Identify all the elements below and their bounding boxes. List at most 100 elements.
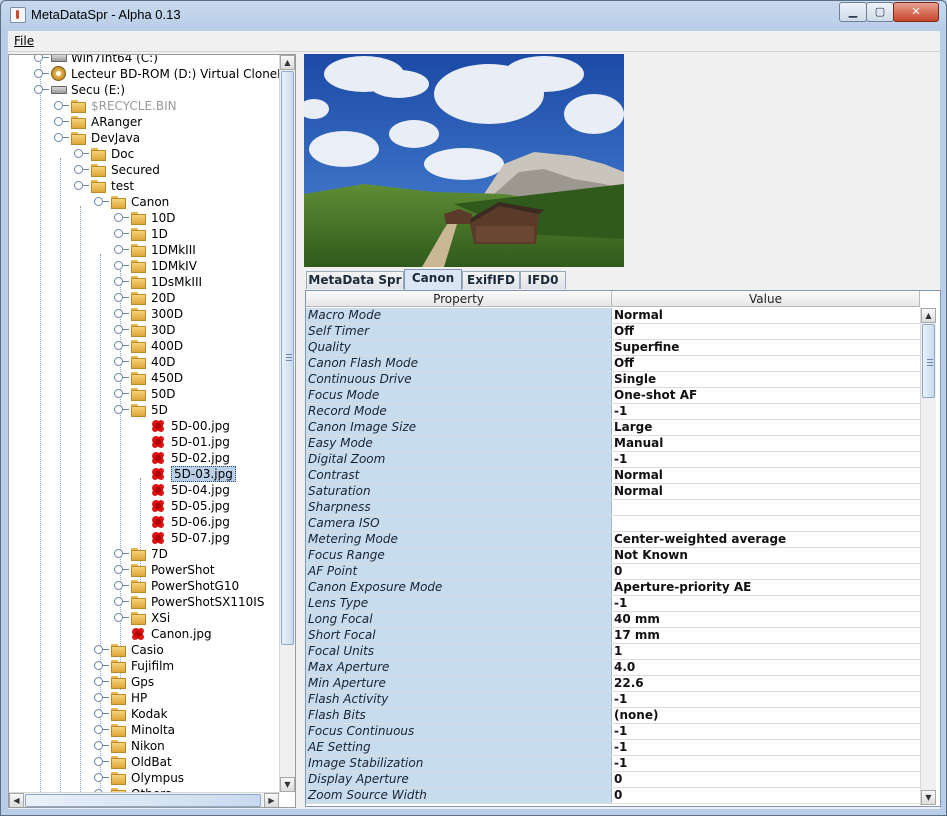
table-row[interactable]: Display Aperture 0: [306, 772, 920, 788]
tree-node[interactable]: Gps: [9, 674, 279, 690]
tree-node-label[interactable]: Minolta: [131, 722, 175, 738]
tree-node[interactable]: 1DMkIII: [9, 242, 279, 258]
table-row[interactable]: Short Focal 17 mm: [306, 628, 920, 644]
table-row[interactable]: Continuous Drive Single: [306, 372, 920, 388]
property-cell[interactable]: Flash Activity: [306, 692, 612, 707]
table-row[interactable]: Focus Continuous -1: [306, 724, 920, 740]
tree-node-label[interactable]: Casio: [131, 642, 164, 658]
property-cell[interactable]: Macro Mode: [306, 308, 612, 323]
tree-node-label[interactable]: test: [111, 178, 134, 194]
scroll-right-button[interactable]: ▶: [264, 793, 279, 807]
table-row[interactable]: Min Aperture 22.6: [306, 676, 920, 692]
tree-node[interactable]: 1DsMkIII: [9, 274, 279, 290]
table-row[interactable]: Record Mode -1: [306, 404, 920, 420]
expand-handle-icon[interactable]: [114, 309, 129, 318]
expand-handle-icon[interactable]: [114, 565, 129, 574]
value-cell[interactable]: -1: [612, 404, 920, 419]
tree-node-label[interactable]: Canon.jpg: [151, 626, 212, 642]
expand-handle-icon[interactable]: [94, 693, 109, 702]
tree-node[interactable]: PowerShot: [9, 562, 279, 578]
value-cell[interactable]: Aperture-priority AE: [612, 580, 920, 595]
value-cell[interactable]: 40 mm: [612, 612, 920, 627]
tree-node-label[interactable]: 5D-02.jpg: [171, 450, 230, 466]
tree-node-label[interactable]: 5D-05.jpg: [171, 498, 230, 514]
value-cell[interactable]: Superfine: [612, 340, 920, 355]
tree-node-label[interactable]: $RECYCLE.BIN: [91, 98, 177, 114]
property-cell[interactable]: Record Mode: [306, 404, 612, 419]
table-row[interactable]: AE Setting -1: [306, 740, 920, 756]
property-cell[interactable]: Focus Continuous: [306, 724, 612, 739]
minimize-button[interactable]: ▁: [839, 2, 867, 22]
expand-handle-icon[interactable]: [74, 165, 89, 174]
tree-node[interactable]: Olympus: [9, 770, 279, 786]
tree-node[interactable]: 30D: [9, 322, 279, 338]
close-button[interactable]: ✕: [893, 2, 939, 22]
tree-node[interactable]: 10D: [9, 210, 279, 226]
tree-node-label[interactable]: HP: [131, 690, 147, 706]
expand-handle-icon[interactable]: [34, 55, 49, 62]
property-cell[interactable]: Easy Mode: [306, 436, 612, 451]
value-cell[interactable]: (none): [612, 708, 920, 723]
tree-node[interactable]: 5D-06.jpg: [9, 514, 279, 530]
tree-node-label[interactable]: XSi: [151, 610, 170, 626]
expand-handle-icon[interactable]: [94, 661, 109, 670]
tree-node-label[interactable]: 450D: [151, 370, 183, 386]
table-row[interactable]: AF Point 0: [306, 564, 920, 580]
table-row[interactable]: Self Timer Off: [306, 324, 920, 340]
tree-node-label[interactable]: Olympus: [131, 770, 184, 786]
tree-node[interactable]: 1D: [9, 226, 279, 242]
tree-node[interactable]: XSi: [9, 610, 279, 626]
tree-node[interactable]: Canon: [9, 194, 279, 210]
expand-handle-icon[interactable]: [74, 149, 89, 158]
expand-handle-icon[interactable]: [94, 773, 109, 782]
tree-node-label[interactable]: 1DsMkIII: [151, 274, 202, 290]
tree-node-label[interactable]: Secured: [111, 162, 160, 178]
expand-handle-icon[interactable]: [74, 181, 89, 190]
column-header-value[interactable]: Value: [612, 291, 920, 307]
tree-node-label[interactable]: Secu (E:): [71, 82, 125, 98]
expand-handle-icon[interactable]: [114, 357, 129, 366]
tree-vscroll-thumb[interactable]: [281, 71, 294, 645]
tree-node[interactable]: 5D-00.jpg: [9, 418, 279, 434]
table-row[interactable]: Canon Flash Mode Off: [306, 356, 920, 372]
table-row[interactable]: Canon Image Size Large: [306, 420, 920, 436]
tree-node-label[interactable]: OldBat: [131, 754, 172, 770]
property-cell[interactable]: Zoom Source Width: [306, 788, 612, 803]
tree-node-label[interactable]: Lecteur BD-ROM (D:) Virtual CloneDrive: [71, 66, 279, 82]
expand-handle-icon[interactable]: [114, 373, 129, 382]
menu-file[interactable]: File: [14, 34, 34, 48]
property-cell[interactable]: Digital Zoom: [306, 452, 612, 467]
tree-node[interactable]: 1DMkIV: [9, 258, 279, 274]
value-cell[interactable]: [612, 500, 920, 515]
tab-exififd[interactable]: ExifIFD: [462, 271, 520, 289]
value-cell[interactable]: 1: [612, 644, 920, 659]
tree-node-label[interactable]: PowerShotSX110IS: [151, 594, 264, 610]
table-row[interactable]: Max Aperture 4.0: [306, 660, 920, 676]
tree-node[interactable]: $RECYCLE.BIN: [9, 98, 279, 114]
tree-node[interactable]: 5D-07.jpg: [9, 530, 279, 546]
property-cell[interactable]: Metering Mode: [306, 532, 612, 547]
expand-handle-icon[interactable]: [114, 597, 129, 606]
tree-node[interactable]: 20D: [9, 290, 279, 306]
table-vertical-scrollbar[interactable]: ▲ ▼: [920, 308, 936, 805]
expand-handle-icon[interactable]: [114, 613, 129, 622]
expand-handle-icon[interactable]: [114, 581, 129, 590]
property-cell[interactable]: Camera ISO: [306, 516, 612, 531]
tree-node-label[interactable]: Gps: [131, 674, 154, 690]
tree-node-label[interactable]: 10D: [151, 210, 176, 226]
tree-node[interactable]: test: [9, 178, 279, 194]
tree-node-label[interactable]: 40D: [151, 354, 176, 370]
tree-node-label[interactable]: 7D: [151, 546, 168, 562]
table-row[interactable]: Focus Range Not Known: [306, 548, 920, 564]
tree-node[interactable]: ARanger: [9, 114, 279, 130]
tree-node[interactable]: PowerShotSX110IS: [9, 594, 279, 610]
tree-node[interactable]: Secured: [9, 162, 279, 178]
value-cell[interactable]: -1: [612, 740, 920, 755]
tree-node-label[interactable]: PowerShotG10: [151, 578, 239, 594]
tree-node-label[interactable]: 1DMkIV: [151, 258, 197, 274]
tree-node[interactable]: DevJava: [9, 130, 279, 146]
value-cell[interactable]: 0: [612, 772, 920, 787]
scroll-left-button[interactable]: ◀: [9, 793, 24, 807]
expand-handle-icon[interactable]: [94, 677, 109, 686]
expand-handle-icon[interactable]: [114, 405, 129, 414]
